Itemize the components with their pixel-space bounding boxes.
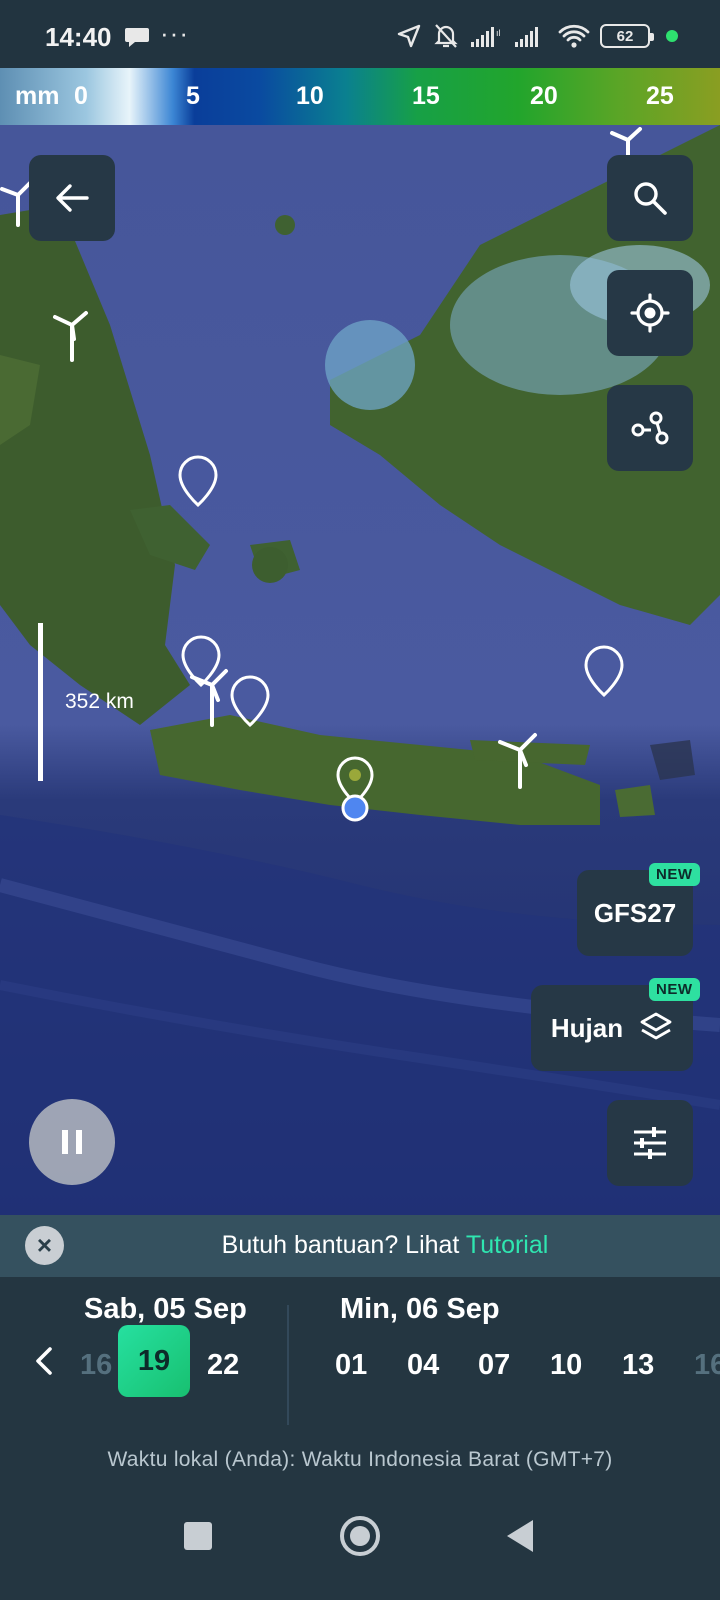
hour-item[interactable]: 07 [478, 1349, 510, 1382]
day-label-2: Min, 06 Sep [340, 1293, 500, 1325]
hour-item[interactable]: 04 [407, 1349, 439, 1382]
signal-icon: ıl [471, 27, 501, 47]
battery-indicator: 62 [600, 24, 654, 48]
legend-tick: 0 [74, 82, 88, 110]
layer-label: Hujan [550, 1012, 624, 1043]
new-badge: NEW [649, 863, 700, 886]
tutorial-link[interactable]: Tutorial [466, 1231, 548, 1259]
chevron-left-icon[interactable] [30, 1341, 60, 1381]
hour-item[interactable]: 16 [80, 1349, 112, 1382]
day-label-1: Sab, 05 Sep [84, 1293, 247, 1325]
recent-apps-icon[interactable] [184, 1522, 212, 1550]
status-bar: 14:40 ··· ıl 62 [0, 0, 720, 68]
help-text: Butuh bantuan? Lihat Tutorial [0, 1231, 720, 1260]
help-banner: × Butuh bantuan? Lihat Tutorial [0, 1215, 720, 1277]
search-icon [634, 182, 667, 215]
legend-tick: 5 [186, 82, 200, 110]
hour-item[interactable]: 16 [694, 1349, 720, 1382]
home-icon[interactable] [340, 1516, 380, 1556]
legend-tick: 25 [646, 82, 674, 110]
filter-sliders-icon [634, 1127, 666, 1159]
legend-tick: 20 [530, 82, 558, 110]
svg-text:ıl: ıl [496, 28, 501, 38]
back-arrow-icon [56, 184, 89, 212]
crosshair-locate-icon [630, 293, 670, 333]
back-triangle-icon[interactable] [507, 1520, 533, 1552]
help-prompt: Butuh bantuan? Lihat [221, 1231, 466, 1259]
rain-legend: mm 0 5 10 15 20 25 [0, 68, 720, 125]
hour-item[interactable]: 22 [207, 1349, 239, 1382]
privacy-dot [666, 30, 678, 42]
location-arrow-icon [397, 24, 421, 48]
hour-item[interactable]: 10 [550, 1349, 582, 1382]
map-scale-label: 352 km [65, 690, 134, 713]
wifi-icon [558, 24, 590, 48]
hour-item-selected[interactable]: 19 [118, 1325, 190, 1397]
route-button[interactable] [607, 385, 693, 471]
status-icons: ıl 62 [396, 22, 678, 50]
layers-icon [640, 1012, 672, 1040]
pause-button[interactable] [29, 1099, 115, 1185]
day-divider [287, 1305, 289, 1425]
hour-item[interactable]: 01 [335, 1349, 367, 1382]
settings-filter-button[interactable] [607, 1100, 693, 1186]
hour-item[interactable]: 13 [622, 1349, 654, 1382]
status-more-dots: ··· [160, 18, 189, 48]
system-nav-bar [0, 1482, 720, 1600]
chat-bubble-icon [125, 28, 149, 47]
pause-icon [62, 1130, 82, 1154]
bell-off-icon [434, 24, 458, 48]
route-nodes-icon [631, 411, 669, 445]
weather-model-label: GFS27 [593, 897, 677, 928]
status-time: 14:40 [45, 22, 112, 52]
signal-icon-2 [515, 27, 538, 47]
legend-tick: 10 [296, 82, 324, 110]
new-badge: NEW [649, 978, 700, 1001]
locate-me-button[interactable] [607, 270, 693, 356]
search-button[interactable] [607, 155, 693, 241]
legend-unit: mm [15, 82, 60, 110]
timezone-note: Waktu lokal (Anda): Waktu Indonesia Bara… [107, 1448, 613, 1471]
legend-tick: 15 [412, 82, 440, 110]
map-scale-bar [38, 623, 43, 781]
back-button[interactable] [29, 155, 115, 241]
